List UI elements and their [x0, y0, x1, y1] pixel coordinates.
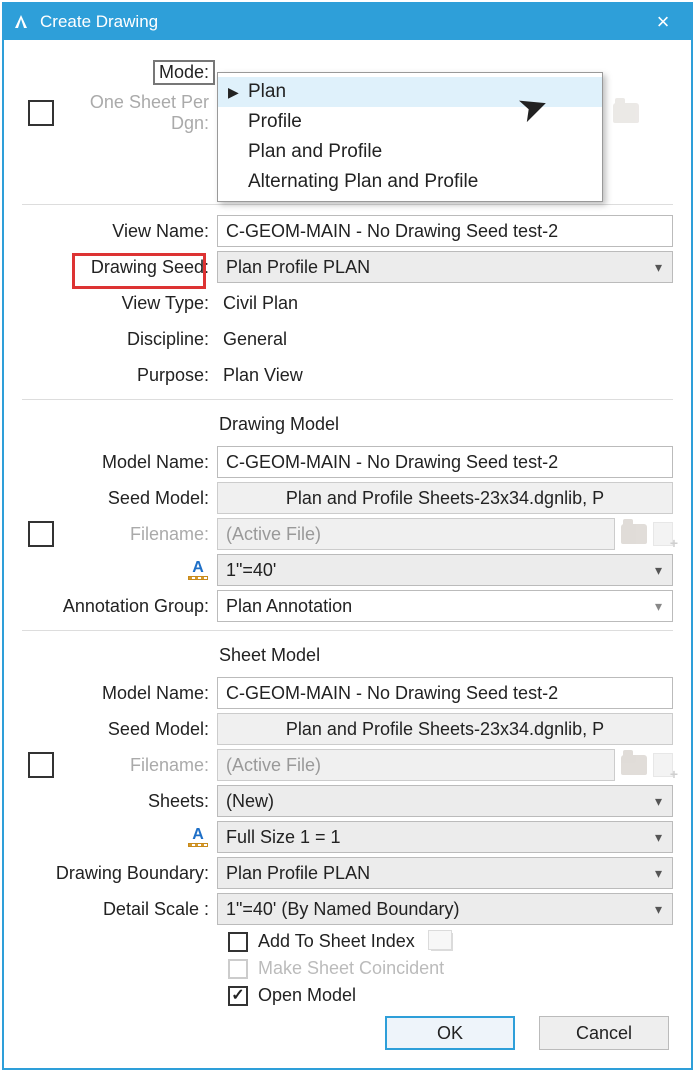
make-coincident-row: Make Sheet Coincident — [228, 958, 673, 979]
close-icon[interactable]: × — [643, 11, 683, 33]
dm-seed-model-label: Seed Model: — [22, 488, 217, 509]
mode-option-profile[interactable]: Profile — [218, 107, 602, 137]
one-sheet-checkbox[interactable] — [28, 100, 54, 126]
dm-seed-model-field[interactable]: Plan and Profile Sheets-23x34.dgnlib, P — [217, 482, 673, 514]
sm-sheets-label: Sheets: — [22, 791, 217, 812]
view-name-input[interactable]: C-GEOM-MAIN - No Drawing Seed test-2 — [217, 215, 673, 247]
sm-boundary-label: Drawing Boundary: — [22, 863, 217, 884]
create-drawing-dialog: Create Drawing × Mode: ▶ Plan Profile — [2, 2, 693, 1070]
sm-model-name-label: Model Name: — [22, 683, 217, 704]
app-icon — [12, 13, 30, 31]
dm-scale-icon: A — [22, 560, 217, 580]
open-model-row: ✓ Open Model — [228, 985, 673, 1006]
divider — [22, 630, 673, 631]
sheet-index-icon[interactable] — [431, 933, 453, 951]
folder-icon[interactable] — [621, 755, 647, 775]
sheet-model-heading: Sheet Model — [217, 645, 320, 666]
make-coincident-checkbox — [228, 959, 248, 979]
mode-option-plan[interactable]: ▶ Plan — [218, 77, 602, 107]
dm-model-name-label: Model Name: — [22, 452, 217, 473]
view-type-value: Civil Plan — [217, 293, 298, 314]
divider — [22, 399, 673, 400]
dm-filename-label: Filename: — [68, 524, 217, 545]
drawing-seed-label: Drawing Seed: — [91, 257, 209, 278]
sm-seed-model-field[interactable]: Plan and Profile Sheets-23x34.dgnlib, P — [217, 713, 673, 745]
make-coincident-label: Make Sheet Coincident — [258, 958, 444, 979]
sm-scale-icon: A — [22, 827, 217, 847]
view-name-label: View Name: — [22, 221, 217, 242]
sm-sheets-combo[interactable]: (New) — [217, 785, 673, 817]
dm-filename-field: (Active File) — [217, 518, 615, 550]
sm-seed-model-label: Seed Model: — [22, 719, 217, 740]
folder-icon[interactable] — [621, 524, 647, 544]
mode-option-alternating[interactable]: Alternating Plan and Profile — [218, 167, 602, 197]
folder-icon[interactable] — [613, 103, 639, 123]
sm-filename-label: Filename: — [68, 755, 217, 776]
drawing-seed-row: Drawing Seed: Plan Profile PLAN — [22, 251, 673, 283]
drawing-model-heading: Drawing Model — [217, 414, 339, 435]
one-sheet-label: One Sheet Per Dgn: — [68, 92, 217, 134]
titlebar[interactable]: Create Drawing × — [4, 4, 691, 40]
sm-detail-scale-label: Detail Scale : — [22, 899, 217, 920]
discipline-value: General — [217, 329, 287, 350]
divider — [22, 204, 673, 205]
drawing-seed-combo[interactable]: Plan Profile PLAN — [217, 251, 673, 283]
dm-scale-combo[interactable]: 1"=40' — [217, 554, 673, 586]
sm-scale-combo[interactable]: Full Size 1 = 1 — [217, 821, 673, 853]
new-file-icon[interactable] — [653, 753, 673, 777]
discipline-label: Discipline: — [22, 329, 217, 350]
dm-model-name-input[interactable]: C-GEOM-MAIN - No Drawing Seed test-2 — [217, 446, 673, 478]
sm-filename-checkbox[interactable] — [28, 752, 54, 778]
dialog-body: Mode: ▶ Plan Profile Plan and Profile Al — [4, 40, 691, 1068]
dropdown-item-label: Plan — [248, 81, 286, 103]
sm-boundary-combo[interactable]: Plan Profile PLAN — [217, 857, 673, 889]
purpose-label: Purpose: — [22, 365, 217, 386]
add-sheet-index-row: Add To Sheet Index — [228, 931, 673, 952]
open-model-label: Open Model — [258, 985, 356, 1006]
ok-button[interactable]: OK — [385, 1016, 515, 1050]
dm-filename-checkbox[interactable] — [28, 521, 54, 547]
purpose-value: Plan View — [217, 365, 303, 386]
sm-model-name-input[interactable]: C-GEOM-MAIN - No Drawing Seed test-2 — [217, 677, 673, 709]
dm-annogroup-label: Annotation Group: — [22, 596, 217, 617]
mode-row: Mode: ▶ Plan Profile Plan and Profile Al — [22, 56, 673, 88]
add-sheet-index-checkbox[interactable] — [228, 932, 248, 952]
open-model-checkbox[interactable]: ✓ — [228, 986, 248, 1006]
new-file-icon[interactable] — [653, 522, 673, 546]
add-sheet-index-label: Add To Sheet Index — [258, 931, 415, 952]
dm-annogroup-combo[interactable]: Plan Annotation — [217, 590, 673, 622]
mode-dropdown-menu[interactable]: ▶ Plan Profile Plan and Profile Alternat… — [217, 72, 603, 202]
sm-detail-scale-combo[interactable]: 1"=40' (By Named Boundary) — [217, 893, 673, 925]
selected-marker-icon: ▶ — [228, 84, 239, 101]
cancel-button[interactable]: Cancel — [539, 1016, 669, 1050]
mode-option-plan-and-profile[interactable]: Plan and Profile — [218, 137, 602, 167]
dropdown-item-label: Plan and Profile — [248, 141, 382, 163]
mode-label: Mode: — [153, 60, 215, 85]
view-name-row: View Name: C-GEOM-MAIN - No Drawing Seed… — [22, 215, 673, 247]
window-title: Create Drawing — [40, 12, 643, 32]
sm-filename-field: (Active File) — [217, 749, 615, 781]
view-type-label: View Type: — [22, 293, 217, 314]
button-bar: OK Cancel — [22, 1016, 673, 1050]
dropdown-item-label: Alternating Plan and Profile — [248, 171, 478, 193]
dropdown-item-label: Profile — [248, 111, 302, 133]
